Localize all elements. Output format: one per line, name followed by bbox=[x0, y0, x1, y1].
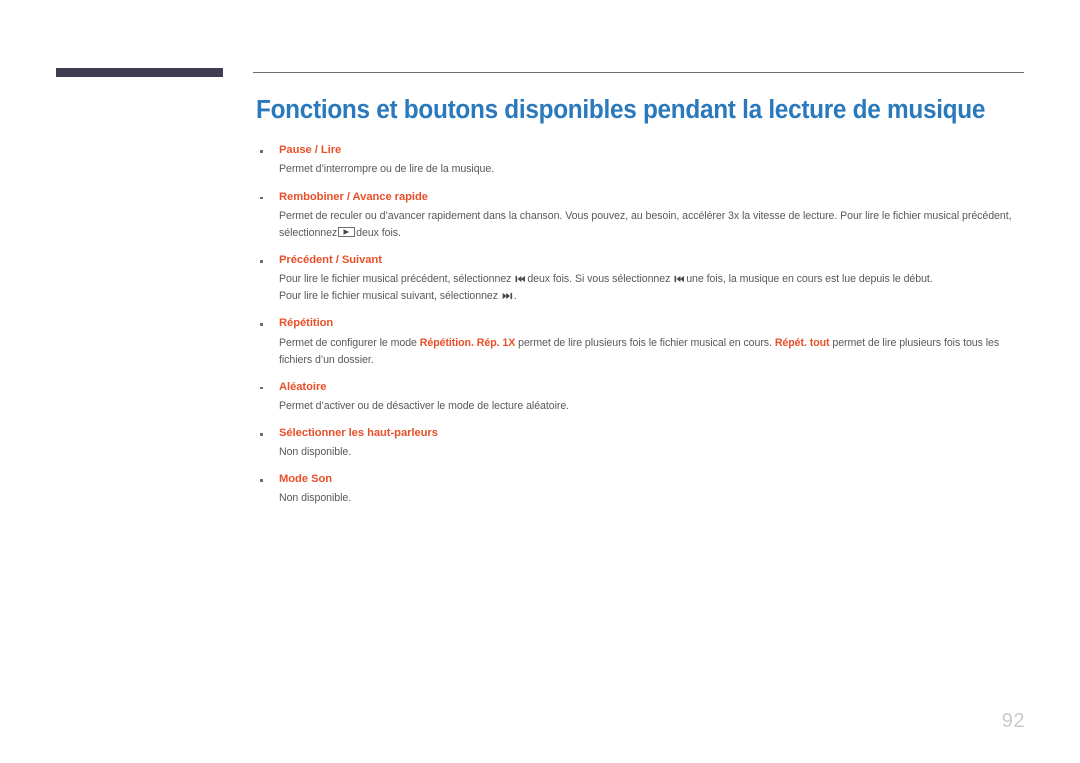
item-label: Mode Son bbox=[279, 473, 333, 486]
page-number: 92 bbox=[1001, 710, 1025, 732]
item-description-text-line2: Pour lire le fichier musical suivant, sé… bbox=[279, 290, 498, 303]
header-divider-rule bbox=[253, 72, 1024, 73]
bullet-dot-icon bbox=[260, 260, 263, 263]
item-description: Non disponible. bbox=[279, 444, 1026, 461]
play-icon bbox=[338, 226, 356, 237]
bullet-dot-icon bbox=[260, 479, 263, 482]
item-description-text: Non disponible. bbox=[279, 446, 352, 459]
item-description: Permet d’interrompre ou de lire de la mu… bbox=[279, 161, 1026, 178]
next-track-icon bbox=[502, 292, 513, 300]
list-item-selectionner-haut-parleurs: Sélectionner les haut-parleurs Non dispo… bbox=[256, 426, 1026, 461]
list-item-aleatoire: Aléatoire Permet d’activer ou de désacti… bbox=[256, 380, 1026, 415]
item-description-text: Permet d’interrompre ou de lire de la mu… bbox=[279, 163, 495, 176]
item-description-text: Permet de configurer le mode bbox=[279, 336, 417, 349]
item-description-text: Permet d’activer ou de désactiver le mod… bbox=[279, 399, 570, 412]
bullet-dot-icon bbox=[260, 323, 263, 326]
bullet-dot-icon bbox=[260, 386, 263, 390]
page-content: Fonctions et boutons disponibles pendant… bbox=[256, 96, 1026, 508]
item-description: Permet de reculer ou d’avancer rapidemen… bbox=[279, 208, 1026, 242]
list-item-rembobiner-avance-rapide: Rembobiner / Avance rapide Permet de rec… bbox=[256, 190, 1026, 242]
item-description: Permet de configurer le mode Répétition.… bbox=[279, 335, 1026, 369]
item-description-text-cont: deux fois. bbox=[356, 226, 401, 239]
item-description-text-cont: deux fois. Si vous sélectionnez bbox=[527, 273, 671, 286]
item-label: Aléatoire bbox=[279, 380, 327, 393]
inline-term-repet-tout: Répét. tout bbox=[774, 336, 830, 349]
page-title: Fonctions et boutons disponibles pendant… bbox=[256, 96, 986, 124]
item-label: Rembobiner / Avance rapide bbox=[279, 190, 428, 203]
inline-term-rep-1x: Rép. 1X bbox=[476, 336, 516, 349]
bullet-dot-icon bbox=[260, 433, 263, 436]
item-label: Sélectionner les haut-parleurs bbox=[279, 427, 438, 440]
list-item-repetition: Répétition Permet de configurer le mode … bbox=[256, 316, 1026, 368]
list-item-pause-lire: Pause / Lire Permet d’interrompre ou de … bbox=[256, 143, 1026, 178]
item-description-text-line2-cont: . bbox=[513, 290, 517, 303]
header-accent-bar bbox=[56, 68, 223, 77]
item-description-text-cont2: une fois, la musique en cours est lue de… bbox=[686, 273, 933, 286]
item-description: Permet d’activer ou de désactiver le mod… bbox=[279, 398, 1026, 415]
item-description-text: Pour lire le fichier musical précédent, … bbox=[279, 273, 512, 286]
item-description-text: Non disponible. bbox=[279, 492, 352, 505]
previous-track-icon bbox=[515, 275, 526, 283]
item-description-text-cont: permet de lire plusieurs fois le fichier… bbox=[518, 336, 772, 349]
list-item-mode-son: Mode Son Non disponible. bbox=[256, 472, 1026, 507]
inline-term-repetition: Répétition bbox=[419, 336, 471, 349]
previous-track-icon bbox=[674, 275, 685, 283]
item-label: Pause / Lire bbox=[279, 144, 342, 157]
bullet-dot-icon bbox=[260, 150, 263, 153]
item-description: Non disponible. bbox=[279, 490, 1026, 507]
inline-term-period: . bbox=[470, 336, 474, 349]
bullet-dot-icon bbox=[260, 196, 263, 200]
item-label: Répétition bbox=[279, 317, 334, 330]
item-label: Précédent / Suivant bbox=[279, 254, 382, 266]
list-item-precedent-suivant: Précédent / Suivant Pour lire le fichier… bbox=[256, 253, 1026, 305]
header-decoration bbox=[56, 68, 1024, 80]
feature-list: Pause / Lire Permet d’interrompre ou de … bbox=[256, 143, 1026, 507]
item-description: Pour lire le fichier musical précédent, … bbox=[279, 271, 1026, 305]
